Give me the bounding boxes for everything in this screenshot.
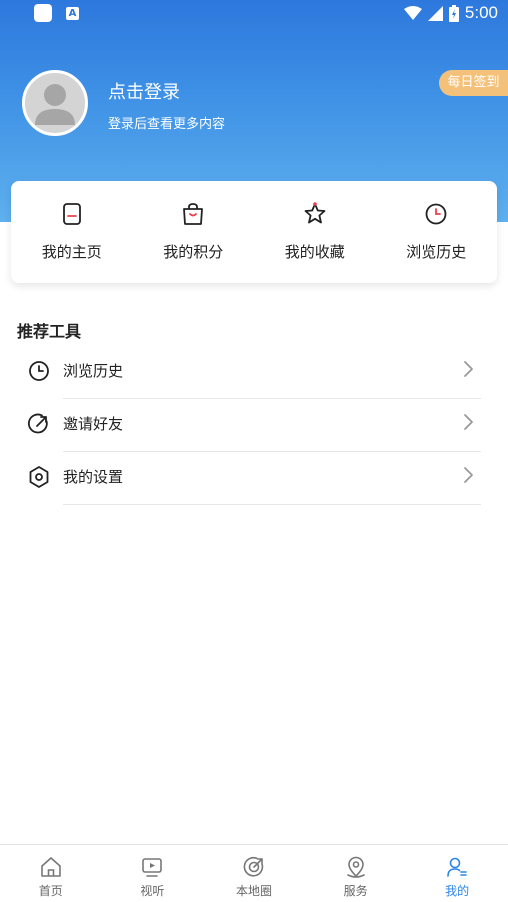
- tool-item-label: 邀请好友: [63, 415, 124, 433]
- quick-action-label: 我的积分: [163, 243, 224, 261]
- divider: [63, 504, 481, 505]
- tool-item-label: 浏览历史: [63, 362, 124, 380]
- daily-checkin-button[interactable]: 每日签到: [439, 70, 508, 96]
- nav-tab-video[interactable]: 视听: [102, 845, 204, 902]
- bottom-navigation: 首页 视听 本地圈 服务 我的: [0, 844, 508, 902]
- tool-item-invite[interactable]: 邀请好友: [0, 399, 508, 452]
- hexagon-settings-icon: [29, 466, 49, 488]
- quick-action-history[interactable]: 浏览历史: [376, 181, 498, 283]
- chevron-right-icon: [464, 361, 473, 377]
- wifi-icon: [403, 6, 422, 20]
- quick-action-label: 浏览历史: [406, 243, 467, 261]
- shopping-bag-icon: [183, 203, 204, 225]
- nav-tab-label: 我的: [445, 884, 470, 898]
- nav-tab-local[interactable]: 本地圈: [203, 845, 305, 902]
- homepage-icon: [62, 203, 81, 225]
- chevron-right-icon: [464, 414, 473, 430]
- nav-tab-home[interactable]: 首页: [0, 845, 102, 902]
- nav-tab-label: 首页: [38, 884, 63, 898]
- keyboard-notification-icon: A: [66, 6, 79, 20]
- profile-icon: [447, 857, 467, 877]
- notification-app-icon: [34, 4, 52, 22]
- quick-action-label: 我的主页: [41, 243, 102, 261]
- signal-icon: [427, 5, 443, 21]
- quick-action-label: 我的收藏: [284, 243, 345, 261]
- chevron-right-icon: [464, 467, 473, 483]
- status-bar: A 5:00: [0, 0, 508, 26]
- nav-tab-label: 服务: [343, 884, 368, 898]
- nav-tab-service[interactable]: 服务: [305, 845, 407, 902]
- tool-item-label: 我的设置: [63, 468, 124, 486]
- location-pin-icon: [346, 856, 365, 878]
- login-subtitle: 登录后查看更多内容: [108, 117, 226, 132]
- tool-item-history[interactable]: 浏览历史: [0, 346, 508, 399]
- local-circle-icon: [243, 857, 264, 877]
- clock-icon: [29, 361, 49, 381]
- nav-tab-mine[interactable]: 我的: [406, 845, 508, 902]
- star-icon: [304, 202, 326, 224]
- share-arrow-icon: [28, 413, 48, 434]
- video-icon: [142, 858, 163, 877]
- default-avatar-icon: [35, 84, 75, 125]
- tools-section-title: 推荐工具: [17, 322, 82, 341]
- avatar[interactable]: [22, 70, 88, 136]
- quick-action-homepage[interactable]: 我的主页: [11, 181, 133, 283]
- tool-item-settings[interactable]: 我的设置: [0, 452, 508, 505]
- quick-actions-card: 我的主页 我的积分 我的收藏 浏览历史: [11, 181, 497, 283]
- status-time: 5:00: [464, 3, 498, 22]
- nav-tab-label: 本地圈: [235, 884, 272, 898]
- login-title[interactable]: 点击登录: [108, 78, 180, 104]
- nav-tab-label: 视听: [140, 884, 165, 898]
- battery-icon: [448, 4, 459, 22]
- clock-icon: [425, 203, 447, 225]
- quick-action-favorites[interactable]: 我的收藏: [254, 181, 376, 283]
- quick-action-points[interactable]: 我的积分: [133, 181, 255, 283]
- home-icon: [40, 857, 61, 877]
